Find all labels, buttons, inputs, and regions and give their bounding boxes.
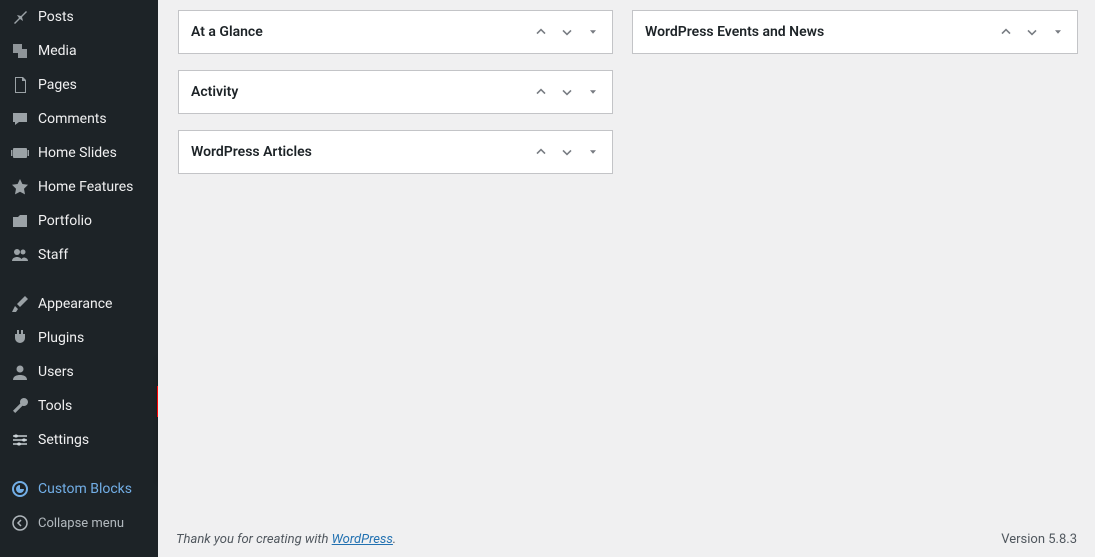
toggle-icon[interactable] xyxy=(584,143,602,161)
sidebar-item-pages[interactable]: Pages xyxy=(0,68,158,102)
move-down-icon[interactable] xyxy=(558,143,576,161)
metabox-controls xyxy=(532,23,602,41)
metabox-controls xyxy=(532,83,602,101)
sidebar-item-label: Appearance xyxy=(38,296,112,312)
menu-separator xyxy=(0,457,158,472)
pin-icon xyxy=(10,7,30,27)
footer-thanks: Thank you for creating with WordPress. xyxy=(176,532,396,547)
sidebar-item-comments[interactable]: Comments xyxy=(0,102,158,136)
metabox-controls xyxy=(532,143,602,161)
toggle-icon[interactable] xyxy=(1049,23,1067,41)
move-up-icon[interactable] xyxy=(532,83,550,101)
move-up-icon[interactable] xyxy=(532,23,550,41)
collapse-menu-button[interactable]: Collapse menu xyxy=(0,506,158,540)
footer-thanks-prefix: Thank you for creating with xyxy=(176,532,332,547)
move-up-icon[interactable] xyxy=(532,143,550,161)
sidebar-item-label: Tools xyxy=(38,398,72,414)
dashboard-column-right: WordPress Events and News xyxy=(632,10,1078,70)
menu-separator xyxy=(0,272,158,287)
sidebar-item-staff[interactable]: Staff xyxy=(0,238,158,272)
dashboard-column-left: At a Glance Activity WordPress Articles xyxy=(178,10,613,190)
sidebar-item-label: Posts xyxy=(38,9,74,25)
footer-thanks-suffix: . xyxy=(393,532,396,547)
brush-icon xyxy=(10,294,30,314)
genesis-icon xyxy=(10,479,30,499)
footer-version: Version 5.8.3 xyxy=(1001,532,1077,547)
sidebar-item-label: Custom Blocks xyxy=(38,481,132,497)
metabox-title: WordPress Events and News xyxy=(645,24,824,40)
sliders-icon xyxy=(10,430,30,450)
collapse-label: Collapse menu xyxy=(38,516,124,531)
metabox-title: At a Glance xyxy=(191,24,263,40)
move-up-icon[interactable] xyxy=(997,23,1015,41)
sidebar-item-custom-blocks[interactable]: Custom Blocks xyxy=(0,472,158,506)
sidebar-item-users[interactable]: Users xyxy=(0,355,158,389)
sidebar-item-label: Comments xyxy=(38,111,107,127)
metabox-controls xyxy=(997,23,1067,41)
metabox-wordpress-events-news: WordPress Events and News xyxy=(632,10,1078,54)
admin-sidebar: Posts Media Pages Comments Home Slides H… xyxy=(0,0,158,557)
metabox-activity: Activity xyxy=(178,70,613,114)
sidebar-item-label: Media xyxy=(38,43,77,59)
sidebar-item-plugins[interactable]: Plugins xyxy=(0,321,158,355)
sidebar-item-portfolio[interactable]: Portfolio xyxy=(0,204,158,238)
group-icon xyxy=(10,245,30,265)
star-icon xyxy=(10,177,30,197)
sidebar-item-label: Users xyxy=(38,364,74,380)
sidebar-item-label: Home Features xyxy=(38,179,133,195)
metabox-at-a-glance: At a Glance xyxy=(178,10,613,54)
move-down-icon[interactable] xyxy=(558,23,576,41)
sidebar-item-label: Pages xyxy=(38,77,77,93)
toggle-icon[interactable] xyxy=(584,83,602,101)
main-content: At a Glance Activity WordPress Articles xyxy=(158,0,1095,557)
admin-footer: Thank you for creating with WordPress. V… xyxy=(158,521,1095,557)
sidebar-item-label: Home Slides xyxy=(38,145,117,161)
sidebar-item-home-features[interactable]: Home Features xyxy=(0,170,158,204)
collapse-icon xyxy=(10,513,30,533)
user-icon xyxy=(10,362,30,382)
toggle-icon[interactable] xyxy=(584,23,602,41)
move-down-icon[interactable] xyxy=(558,83,576,101)
move-down-icon[interactable] xyxy=(1023,23,1041,41)
footer-wordpress-link[interactable]: WordPress xyxy=(332,532,393,547)
sidebar-item-appearance[interactable]: Appearance xyxy=(0,287,158,321)
wrench-icon xyxy=(10,396,30,416)
sidebar-item-label: Plugins xyxy=(38,330,84,346)
plug-icon xyxy=(10,328,30,348)
portfolio-icon xyxy=(10,211,30,231)
metabox-wordpress-articles: WordPress Articles xyxy=(178,130,613,174)
sidebar-item-label: Settings xyxy=(38,432,89,448)
sidebar-item-home-slides[interactable]: Home Slides xyxy=(0,136,158,170)
sidebar-item-settings[interactable]: Settings xyxy=(0,423,158,457)
sidebar-item-tools[interactable]: Tools xyxy=(0,389,158,423)
sidebar-item-label: Staff xyxy=(38,247,68,263)
metabox-title: WordPress Articles xyxy=(191,144,312,160)
sidebar-item-posts[interactable]: Posts xyxy=(0,0,158,34)
comment-icon xyxy=(10,109,30,129)
media-icon xyxy=(10,41,30,61)
pages-icon xyxy=(10,75,30,95)
metabox-title: Activity xyxy=(191,84,238,100)
sidebar-item-media[interactable]: Media xyxy=(0,34,158,68)
sidebar-item-label: Portfolio xyxy=(38,213,92,229)
slides-icon xyxy=(10,143,30,163)
